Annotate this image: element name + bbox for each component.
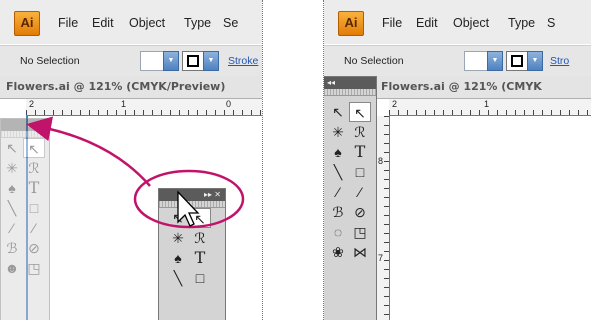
toolbox-grip[interactable] xyxy=(324,89,376,96)
mouse-cursor-icon xyxy=(177,190,200,227)
menu-select[interactable]: S xyxy=(547,16,555,30)
vertical-ruler: 8 7 xyxy=(377,116,390,320)
right-screenshot-panel: Ai File Edit Object Type S No Selection … xyxy=(323,0,591,320)
menu-bar: Ai File Edit Object Type S xyxy=(324,0,591,44)
pen-tool-icon[interactable]: ♠ xyxy=(327,142,349,162)
menu-object[interactable]: Object xyxy=(453,16,489,30)
ruler-number: 2 xyxy=(392,99,398,109)
ruler-number: 1 xyxy=(484,99,490,109)
magic-wand-tool-icon[interactable]: ✳ xyxy=(327,122,349,142)
document-tab[interactable]: Flowers.ai @ 121% (CMYK xyxy=(377,76,591,99)
collapse-icon[interactable]: ◂◂ xyxy=(324,77,376,89)
left-screenshot-panel: Ai File Edit Object Type Se No Selection… xyxy=(0,0,263,320)
warp-tool-icon[interactable]: ❀ xyxy=(327,242,349,262)
horizontal-ruler: 2 1 xyxy=(389,99,591,116)
free-transform-tool-icon[interactable]: ⋈ xyxy=(349,242,371,262)
fill-dropdown-icon[interactable]: ▼ xyxy=(487,51,503,71)
menu-file[interactable]: File xyxy=(382,16,402,30)
pencil-tool-icon[interactable]: ⁄ xyxy=(349,182,371,202)
selection-tool-icon[interactable]: ↖ xyxy=(327,102,349,122)
scale-tool-icon[interactable]: ◳ xyxy=(349,222,371,242)
ruler-number: 8 xyxy=(378,156,384,166)
document-title: Flowers.ai @ 121% (CMYK xyxy=(381,80,542,93)
stroke-dropdown-icon[interactable]: ▼ xyxy=(527,51,543,71)
eraser-tool-icon[interactable]: ⊘ xyxy=(349,202,371,222)
direct-selection-tool-icon[interactable]: ↖ xyxy=(349,102,371,122)
menu-type[interactable]: Type xyxy=(508,16,535,30)
menu-edit[interactable]: Edit xyxy=(416,16,438,30)
annotation-overlay xyxy=(26,116,245,229)
drag-arrow xyxy=(26,116,151,187)
ruler-number: 7 xyxy=(378,253,384,263)
line-tool-icon[interactable]: ╲ xyxy=(327,162,349,182)
stroke-swatch[interactable] xyxy=(506,51,528,71)
rectangle-tool-icon[interactable]: □ xyxy=(349,162,371,182)
docked-toolbox[interactable]: ◂◂ ↖ ↖ ✳ ℛ ♠ T ╲ □ ⁄ ⁄ ℬ ⊘ ◌ ◳ ❀ ⋈ xyxy=(324,76,377,320)
control-bar: No Selection ▼ ▼ Stro xyxy=(324,45,591,77)
paintbrush-tool-icon[interactable]: ⁄ xyxy=(327,182,349,202)
stroke-link[interactable]: Stro xyxy=(550,55,569,67)
blob-brush-tool-icon[interactable]: ℬ xyxy=(327,202,349,222)
type-tool-icon[interactable]: T xyxy=(349,142,371,162)
lasso-tool-icon[interactable]: ℛ xyxy=(349,122,371,142)
selection-label: No Selection xyxy=(344,55,404,67)
rotate-tool-icon[interactable]: ◌ xyxy=(327,222,349,242)
illustrator-logo: Ai xyxy=(338,11,364,36)
